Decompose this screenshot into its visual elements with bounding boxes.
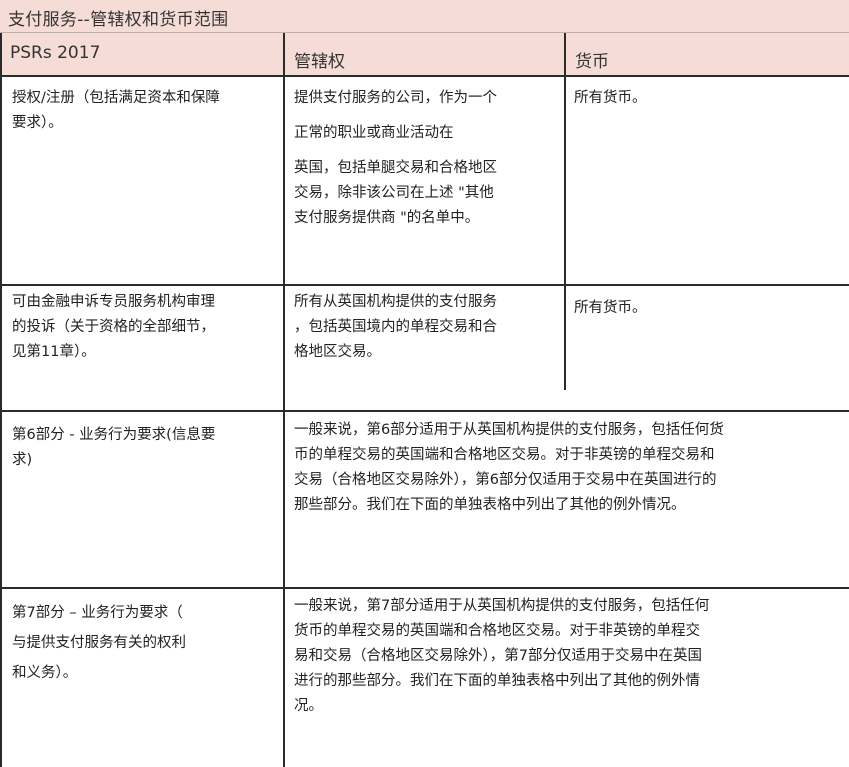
column-divider-1 <box>283 33 285 767</box>
text-line: 一般来说，第6部分适用于从英国机构提供的支付服务，包括任何货 <box>294 422 724 438</box>
row3-scope: 一般来说，第6部分适用于从英国机构提供的支付服务，包括任何货 币的单程交易的英国… <box>294 418 844 518</box>
text-line: 那些部分。我们在下面的单独表格中列出了其他的例外情况。 <box>294 497 686 513</box>
text-line: 一般来说，第7部分适用于从英国机构提供的支付服务，包括任何 <box>294 598 710 614</box>
text-line: 币的单程交易的英国端和合格地区交易。对于非英镑的单程交易和 <box>294 447 715 463</box>
text-line: 正常的职业或商业活动在 <box>294 125 454 141</box>
text-line: 况。 <box>294 698 323 714</box>
row2-jurisdiction: 所有从英国机构提供的支付服务 ，包括英国境内的单程交易和合 格地区交易。 <box>294 290 556 365</box>
row-divider-1 <box>2 284 849 286</box>
text-line: 求) <box>12 452 33 468</box>
text-line: 格地区交易。 <box>294 344 381 360</box>
row2-currency: 所有货币。 <box>574 296 834 321</box>
text-line: 英国，包括单腿交易和合格地区 <box>294 160 497 176</box>
text-line: 要求）。 <box>12 115 63 131</box>
row4-scope: 一般来说，第7部分适用于从英国机构提供的支付服务，包括任何 货币的单程交易的英国… <box>294 594 844 719</box>
text-line: 见第11章）。 <box>12 344 96 360</box>
text-line: 的投诉（关于资格的全部细节， <box>12 319 215 335</box>
column-divider-2 <box>564 33 566 390</box>
header-psrs-2017: PSRs 2017 <box>10 43 101 63</box>
table-title: 支付服务--管辖权和货币范围 <box>8 10 229 30</box>
row1-currency: 所有货币。 <box>574 86 834 111</box>
text-line: 支付服务提供商 "的名单中。 <box>294 210 480 226</box>
row4-requirement: 第7部分 – 业务行为要求（ 与提供支付服务有关的权利 和义务）。 <box>12 598 277 688</box>
table-header-row: PSRs 2017 管辖权 货币 <box>2 33 849 77</box>
table-title-bar: 支付服务--管辖权和货币范围 <box>0 0 849 33</box>
text-line: 授权/注册（包括满足资本和保障 <box>12 90 220 106</box>
text-line: 交易（合格地区交易除外），第6部分仅适用于交易中在英国进行的 <box>294 472 717 488</box>
row-divider-3 <box>2 587 849 589</box>
document-page: 支付服务--管辖权和货币范围 PSRs 2017 管辖权 货币 授权/注册（包括… <box>0 0 849 767</box>
header-jurisdiction: 管辖权 <box>294 52 345 72</box>
text-line: 和义务）。 <box>12 665 78 681</box>
text-line: 货币的单程交易的英国端和合格地区交易。对于非英镑的单程交 <box>294 623 700 639</box>
text-line: 交易，除非该公司在上述 "其他 <box>294 185 494 201</box>
text-line: 进行的那些部分。我们在下面的单独表格中列出了其他的例外情 <box>294 673 700 689</box>
text-line: 易和交易（合格地区交易除外），第7部分仅适用于交易中在英国 <box>294 648 702 664</box>
text-line: 可由金融申诉专员服务机构审理 <box>12 294 215 310</box>
row-divider-2 <box>2 410 849 412</box>
row1-jurisdiction: 提供支付服务的公司，作为一个 正常的职业或商业活动在 英国，包括单腿交易和合格地… <box>294 86 556 231</box>
row2-requirement: 可由金融申诉专员服务机构审理 的投诉（关于资格的全部细节， 见第11章）。 <box>12 290 277 365</box>
text-line: 所有货币。 <box>574 90 647 106</box>
row1-requirement: 授权/注册（包括满足资本和保障 要求）。 <box>12 86 277 136</box>
scope-table: PSRs 2017 管辖权 货币 授权/注册（包括满足资本和保障 要求）。 提供… <box>0 33 849 767</box>
row3-requirement: 第6部分 - 业务行为要求(信息要 求) <box>12 423 277 473</box>
text-line: 第6部分 - 业务行为要求(信息要 <box>12 427 216 443</box>
header-currency: 货币 <box>575 52 609 72</box>
text-line: 与提供支付服务有关的权利 <box>12 635 186 651</box>
text-line: ，包括英国境内的单程交易和合 <box>294 319 497 335</box>
text-line: 第7部分 – 业务行为要求（ <box>12 605 183 621</box>
text-line: 所有货币。 <box>574 300 647 316</box>
text-line: 所有从英国机构提供的支付服务 <box>294 294 497 310</box>
text-line: 提供支付服务的公司，作为一个 <box>294 90 497 106</box>
